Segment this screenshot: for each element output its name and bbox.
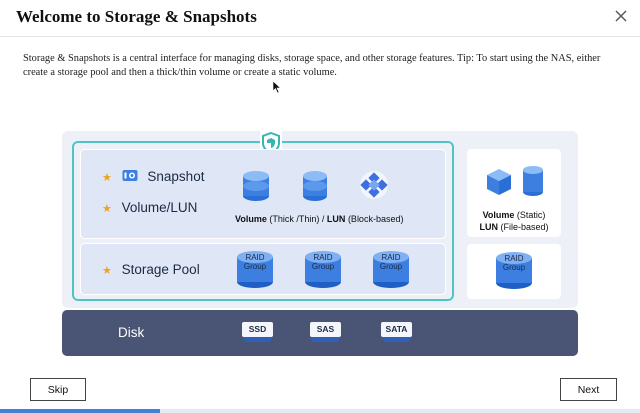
wizard-progress-bar [0,409,640,413]
star-icon: ★ [102,265,112,277]
static-volume-caption: Volume (Static) [467,209,561,221]
volume-type-label: (Thick /Thin) [269,214,320,224]
cylinder-icon [523,166,543,196]
lun-type-label: (Block-based) [347,214,404,224]
group-label-2: Group [311,262,335,271]
group-label-1: Group [243,262,267,271]
storage-pool-label: Storage Pool [121,262,200,277]
disk-label: Disk [118,325,145,340]
title-divider [0,36,640,37]
group-label-3: Group [379,262,403,271]
title-bar: Welcome to Storage & Snapshots [0,0,640,36]
file-lun-caption: LUN (File-based) [467,221,561,233]
static-volume-type: (Static) [516,210,546,220]
disk-type-sas: SAS [316,324,335,334]
volume-lun-row: ★ Volume/LUN [102,200,197,215]
raid-group-icon: RAID Group [303,250,343,290]
static-volume-panel: Volume (Static) LUN (File-based) [467,149,561,237]
disk-layer: Disk SSD SAS SATA [62,310,578,356]
skip-button[interactable]: Skip [30,378,86,401]
disk-type-sata: SATA [385,324,408,334]
raid-group-icon: RAID Group [494,251,534,291]
raid-label-3: RAID [381,253,401,262]
storage-architecture-diagram: ★ Snapshot ★ Volume/LUN Volume (Thick /T… [62,131,578,356]
snapshot-label: Snapshot [147,169,205,184]
raid-label-2: RAID [313,253,333,262]
disk-chip-ssd: SSD [240,321,275,343]
disk-chip-sata: SATA [379,321,414,343]
wizard-progress-fill [0,409,160,413]
cluster-icon [360,171,388,199]
raid-group-icon: RAID Group [235,250,275,290]
file-lun-type: (File-based) [500,222,549,232]
group-label-4: Group [502,263,526,272]
volume-lun-caption: Volume (Thick /Thin) / LUN (Block-based) [235,214,403,224]
dialog-title: Welcome to Storage & Snapshots [16,7,257,26]
raid-label-4: RAID [504,254,524,263]
storage-pool-panel: ★ Storage Pool RAID Group RAID Group RAI… [80,243,446,295]
cube-icon [487,169,511,195]
close-icon [615,10,627,22]
database-icon [303,171,327,201]
file-lun-bold: LUN [479,222,498,232]
volume-lun-panel: ★ Snapshot ★ Volume/LUN Volume (Thick /T… [80,149,446,239]
star-icon: ★ [102,203,112,215]
volume-bold-label: Volume [235,214,267,224]
star-icon: ★ [102,172,112,184]
database-icon [243,171,269,201]
lun-separator: / [321,214,325,224]
intro-description: Storage & Snapshots is a central interfa… [23,53,601,78]
snapshot-row: ★ Snapshot [102,169,204,184]
raid-group-icon: RAID Group [371,250,411,290]
static-volume-bold: Volume [482,210,515,220]
raid-label-1: RAID [245,253,265,262]
disk-chip-sas: SAS [308,321,343,343]
storage-pool-group: ★ Snapshot ★ Volume/LUN Volume (Thick /T… [72,131,454,301]
mouse-cursor-icon [272,80,282,94]
storage-pool-row: ★ Storage Pool [102,262,200,277]
lun-bold-label: LUN [326,214,346,224]
close-button[interactable] [611,6,631,26]
next-button[interactable]: Next [560,378,617,401]
snapshot-icon [122,170,138,181]
disk-type-ssd: SSD [248,324,267,334]
volume-lun-label: Volume/LUN [121,200,198,215]
static-raid-panel: RAID Group [467,244,561,299]
